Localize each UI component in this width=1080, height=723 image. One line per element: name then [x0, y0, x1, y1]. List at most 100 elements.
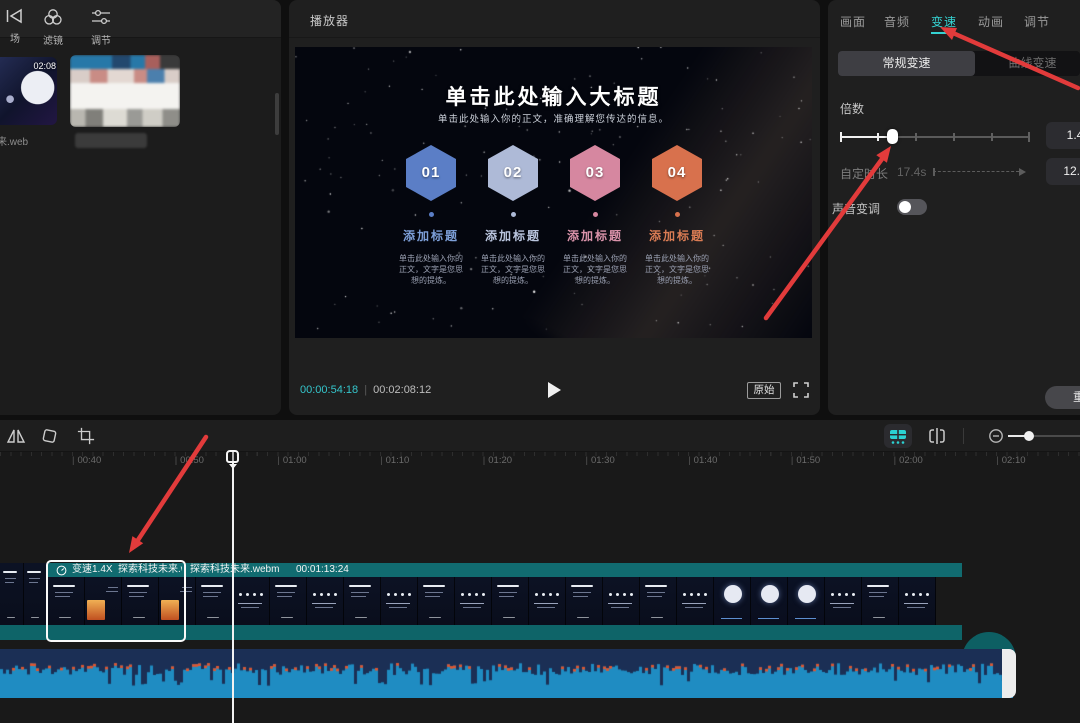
filmstrip-cell: [640, 577, 677, 625]
fullscreen-icon[interactable]: [793, 382, 809, 398]
hexagon-number: 02: [488, 145, 538, 201]
speed-value-box[interactable]: 1.4x: [1046, 122, 1080, 149]
filmstrip-cell: [270, 577, 307, 625]
slider-tick: [915, 133, 917, 141]
speed-slider[interactable]: [840, 128, 1030, 146]
original-quality-button[interactable]: 原始: [747, 382, 781, 399]
toolbar-item-label: 场: [0, 30, 32, 45]
ruler-label: |00:40: [72, 455, 101, 466]
audio-clip[interactable]: [0, 649, 1016, 698]
slide-item-03: 03添加标题单击此处输入你的正文，文字是您思想的提炼。: [559, 145, 631, 286]
normal-speed-tab[interactable]: 常规变速: [838, 51, 975, 76]
thumbnail-caption-redacted: [75, 133, 147, 148]
duration-arrowhead: [1019, 168, 1026, 176]
tab-动画[interactable]: 动画: [978, 13, 1004, 30]
snap-button[interactable]: [884, 424, 912, 448]
clip-selection-border[interactable]: [46, 560, 186, 642]
filmstrip-cell: [455, 577, 492, 625]
media-thumbnail-space[interactable]: 02:08: [0, 57, 57, 125]
playhead-marker[interactable]: [226, 450, 239, 463]
hexagon-dot: [511, 212, 516, 217]
slider-tick: [1028, 132, 1030, 142]
slide-item-body: 单击此处输入你的正文，文字是您思想的提炼。: [477, 253, 549, 286]
slider-thumb[interactable]: [887, 129, 898, 144]
filmstrip-cell: [492, 577, 529, 625]
audio-trim-handle[interactable]: [1002, 649, 1016, 698]
duration-label: 自定时长: [840, 165, 888, 182]
slide-item-label: 添加标题: [559, 227, 631, 244]
ruler-label: |02:10: [996, 455, 1025, 466]
crop-icon[interactable]: [76, 427, 96, 445]
filmstrip-cell: [344, 577, 381, 625]
slider-track-filled: [840, 136, 892, 138]
filmstrip-cell: [307, 577, 344, 625]
video-preview[interactable]: 单击此处输入大标题 单击此处输入你的正文，准确理解您传达的信息。 01添加标题单…: [295, 47, 812, 338]
toolbar-divider: [963, 428, 964, 444]
playhead-line[interactable]: [232, 450, 234, 723]
slide-title: 单击此处输入大标题: [295, 81, 812, 111]
media-toolbar: 场滤镜调节: [0, 0, 281, 38]
filmstrip-cell: [529, 577, 566, 625]
thumbnail-caption: 来.web: [0, 133, 81, 148]
tab-画面[interactable]: 画面: [840, 13, 866, 30]
slide-items: 01添加标题单击此处输入你的正文，文字是您思想的提炼。02添加标题单击此处输入你…: [295, 145, 812, 335]
total-timecode: 00:02:08:12: [373, 384, 431, 396]
tab-音频[interactable]: 音频: [884, 13, 910, 30]
toolbar-item-label: 滤镜: [36, 32, 70, 47]
slide-item-01: 01添加标题单击此处输入你的正文，文字是您思想的提炼。: [395, 145, 467, 286]
split-icon[interactable]: [926, 426, 948, 446]
reset-button[interactable]: 重置: [1045, 386, 1080, 409]
slide-item-body: 单击此处输入你的正文，文字是您思想的提炼。: [559, 253, 631, 286]
filmstrip-cell: [788, 577, 825, 625]
player-title: 播放器: [310, 12, 349, 29]
hexagon-shape: 02: [488, 145, 538, 201]
play-button[interactable]: [548, 382, 561, 398]
filmstrip-cell: [862, 577, 899, 625]
timeline-zoom-slider[interactable]: [1008, 430, 1080, 442]
rotate-icon[interactable]: [40, 427, 60, 445]
toolbar-item-1[interactable]: 滤镜: [36, 8, 70, 47]
filmstrip-cell: [233, 577, 270, 625]
player-header: 播放器: [289, 0, 820, 38]
pitch-label: 声音变调: [832, 200, 880, 217]
slider-tick: [991, 133, 993, 141]
tab-变速[interactable]: 变速: [931, 13, 957, 30]
duration-dash-start: [933, 168, 935, 176]
tab-调节[interactable]: 调节: [1024, 13, 1050, 30]
timeline-toolbar: [0, 420, 1080, 452]
zoom-out-icon[interactable]: [988, 428, 1004, 444]
slide-item-label: 添加标题: [641, 227, 713, 244]
toolbar-item-0[interactable]: 场: [0, 8, 32, 45]
filmstrip-cell: [381, 577, 418, 625]
hexagon-shape: 01: [406, 145, 456, 201]
toolbar-item-2[interactable]: 调节: [84, 8, 118, 47]
ruler-label: |01:50: [791, 455, 820, 466]
hexagon-dot: [675, 212, 680, 217]
duration-value-box[interactable]: 12.4s: [1046, 158, 1080, 185]
panel-resize-handle[interactable]: [275, 93, 279, 135]
inspector-panel: 画面音频变速动画调节 常规变速 曲线变速 倍数 1.4x 自定时长 17.4s …: [828, 0, 1080, 415]
thumbnail-duration: 02:08: [33, 61, 56, 71]
slider-tick: [877, 133, 879, 141]
slide-item-body: 单击此处输入你的正文，文字是您思想的提炼。: [641, 253, 713, 286]
speed-mode-toggle: 常规变速 曲线变速: [838, 51, 1080, 76]
media-thumbnail-blurred[interactable]: [70, 55, 180, 127]
filmstrip-cell: [196, 577, 233, 625]
curve-speed-tab[interactable]: 曲线变速: [975, 51, 1080, 76]
video-clip-fragment[interactable]: [0, 563, 48, 625]
mirror-icon[interactable]: [6, 427, 26, 445]
hexagon-number: 01: [406, 145, 456, 201]
filmstrip-cell: [899, 577, 936, 625]
zoom-slider-thumb[interactable]: [1024, 431, 1034, 441]
filmstrip-cell: [418, 577, 455, 625]
pitch-toggle[interactable]: [897, 199, 927, 215]
duration-dash-line: [933, 171, 1019, 172]
player-panel: 播放器 单击此处输入大标题 单击此处输入你的正文，准确理解您传达的信息。 01添…: [289, 0, 820, 415]
player-controls: 00:00:54:18 | 00:02:08:12 原始: [289, 375, 820, 407]
filmstrip-cell: [751, 577, 788, 625]
timeline-ruler[interactable]: |00:40|00:50|01:00|01:10|01:20|01:30|01:…: [0, 452, 1080, 469]
media-panel: 场滤镜调节 02:08 来.web: [0, 0, 281, 415]
hexagon-dot: [593, 212, 598, 217]
filmstrip-cell: [825, 577, 862, 625]
slide-item-02: 02添加标题单击此处输入你的正文，文字是您思想的提炼。: [477, 145, 549, 286]
